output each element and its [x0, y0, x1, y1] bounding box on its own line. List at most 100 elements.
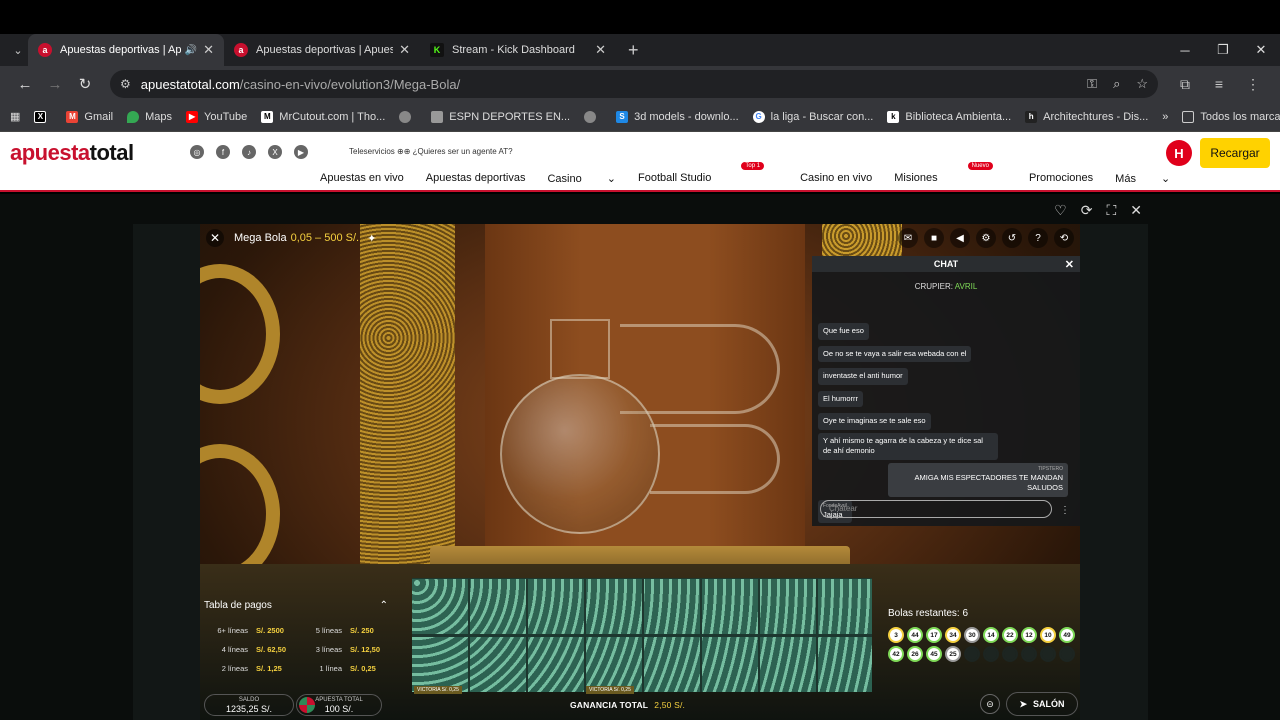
bookmark-biblioteca[interactable]: k Biblioteca Ambienta...	[887, 110, 1012, 123]
ball-track	[620, 324, 780, 414]
globe-icon	[399, 110, 412, 123]
tab-apuestas-1[interactable]: a Apuestas deportivas | Apue 🔊 ✕	[28, 34, 224, 66]
refresh-icon[interactable]: ⟳	[1081, 202, 1093, 219]
agent-link[interactable]: ¿Quieres ser un agente AT?	[413, 147, 513, 156]
chat-options-icon[interactable]: ⋮	[1060, 505, 1070, 516]
zoom-icon[interactable]: ⌕	[1113, 76, 1120, 92]
site-info-icon[interactable]: ⚙	[120, 77, 131, 91]
history-icon[interactable]: ↺	[1002, 228, 1022, 248]
menu-mas[interactable]: Más ⌄	[1115, 172, 1170, 185]
paytable-header[interactable]: Tabla de pagos ⌃	[204, 600, 394, 611]
tab-kick[interactable]: K Stream - Kick Dashboard ✕	[420, 34, 616, 66]
bingo-cards-grid[interactable]	[412, 578, 872, 692]
biblioteca-icon: k	[887, 110, 900, 123]
collapse-chevron-icon[interactable]: ⌃	[380, 600, 388, 611]
more-bookmarks-icon[interactable]: »	[1162, 111, 1168, 123]
gmail-icon: M	[66, 110, 79, 123]
forward-icon[interactable]: →	[40, 76, 70, 93]
teleservicios[interactable]: Teleservicios ⊕⊕ ¿Quieres ser un agente …	[349, 147, 513, 156]
pin-icon[interactable]: ✦	[367, 232, 376, 245]
settings-gear-icon[interactable]: ⚙	[976, 228, 996, 248]
chat-panel: CHAT ✕ CRUPIER: AVRIL Que fue eso Oe no …	[812, 256, 1080, 526]
empty-ball-slot	[1021, 646, 1037, 662]
chat-message: inventaste el anti humor	[818, 368, 908, 385]
bookmark-3dmodels[interactable]: S 3d models - downlo...	[616, 110, 739, 123]
menu-dots-icon[interactable]: ⋮	[1236, 76, 1270, 93]
menu-apuestas-deportivas[interactable]: Apuestas deportivas	[426, 172, 526, 185]
menu-casino-en-vivo[interactable]: Casino en vivo	[800, 172, 872, 185]
volume-icon[interactable]: ◀	[950, 228, 970, 248]
chat-icon[interactable]: ✉	[898, 228, 918, 248]
x-twitter-icon[interactable]: X	[268, 145, 282, 159]
reload-icon[interactable]: ↻	[70, 75, 100, 93]
bookmark-globe[interactable]	[399, 110, 417, 123]
bookmark-mrcutout[interactable]: M MrCutout.com | Tho...	[261, 110, 385, 123]
apuestatotal-logo[interactable]: apuestatotal	[10, 140, 134, 166]
apuestatotal-favicon-icon: a	[38, 43, 52, 57]
remaining-balls: Bolas restantes: 6 3 44 17 34 30 14 22 12 10 49 42…	[888, 608, 1078, 662]
instagram-icon[interactable]: ◎	[190, 145, 204, 159]
lobby-icon[interactable]: ⟲	[1054, 228, 1074, 248]
bookmark-architechtures[interactable]: h Architechtures - Dis...	[1025, 110, 1148, 123]
salon-label: SALÓN	[1033, 699, 1065, 709]
minimize-icon[interactable]: ─	[1166, 34, 1204, 66]
menu-football-studio[interactable]: Football Studio Top 1	[637, 162, 778, 185]
crupier-label: CRUPIER:	[914, 282, 953, 291]
close-game-icon[interactable]: ✕	[1130, 202, 1142, 219]
game-toolbar: ✉ ■ ◀ ⚙ ↺ ? ⟲	[898, 228, 1074, 248]
facebook-icon[interactable]: f	[216, 145, 230, 159]
bookmark-gmail[interactable]: M Gmail	[66, 110, 113, 123]
video-icon[interactable]: ■	[924, 228, 944, 248]
tab-apuestas-2[interactable]: a Apuestas deportivas | Apuestas ✕	[224, 34, 420, 66]
close-window-icon[interactable]: ✕	[1242, 34, 1280, 66]
speaker-icon[interactable]: 🔊	[185, 45, 197, 56]
close-chat-icon[interactable]: ✕	[1065, 258, 1074, 271]
help-icon[interactable]: ?	[1028, 228, 1048, 248]
menu-misiones[interactable]: Misiones Nuevo	[894, 162, 1007, 185]
extensions-icon[interactable]: ⧉	[1168, 76, 1202, 93]
close-tab-icon[interactable]: ✕	[595, 42, 606, 58]
ball: 42	[888, 646, 904, 662]
youtube-icon: ▶	[186, 110, 199, 123]
close-tab-icon[interactable]: ✕	[399, 42, 410, 58]
bookmark-youtube[interactable]: ▶ YouTube	[186, 110, 247, 123]
menu-label: Football Studio	[637, 172, 712, 184]
url-field[interactable]: ⚙ apuestatotal.com/casino-en-vivo/evolut…	[110, 70, 1158, 98]
url-host: apuestatotal.com	[140, 76, 240, 92]
bookmark-espn[interactable]: ESPN DEPORTES EN...	[431, 110, 570, 123]
favorite-heart-icon[interactable]: ♡	[1054, 202, 1067, 219]
ball: 3	[888, 627, 904, 643]
apps-grid-icon[interactable]: ▦	[10, 110, 20, 123]
bookmark-star-icon[interactable]: ☆	[1136, 76, 1148, 92]
new-tab-icon[interactable]: +	[628, 40, 639, 61]
bet-limits[interactable]: 0,05 – 500 S/.	[291, 232, 360, 244]
back-icon[interactable]: ←	[10, 76, 40, 93]
salon-button[interactable]: ➤ SALÓN	[1006, 692, 1078, 716]
password-key-icon[interactable]: ⚿	[1087, 76, 1097, 92]
restore-icon[interactable]: ❐	[1204, 34, 1242, 66]
fullscreen-icon[interactable]: ⛶	[1106, 202, 1116, 219]
empty-ball-slot	[964, 646, 980, 662]
bookmark-maps[interactable]: Maps	[127, 110, 172, 123]
tab-search-chevron-icon[interactable]: ⌄	[8, 40, 28, 60]
all-bookmarks[interactable]: Todos los marcadores	[1182, 110, 1280, 123]
bolas-title: Bolas restantes: 6	[888, 608, 969, 619]
bookmark-x[interactable]: X	[34, 110, 52, 123]
bookmark-globe-2[interactable]	[584, 110, 602, 123]
empty-ball-slot	[983, 646, 999, 662]
youtube-social-icon[interactable]: ▶	[294, 145, 308, 159]
chat-input[interactable]: Chatear	[820, 500, 1052, 518]
history-chat-icon[interactable]: ⊝	[980, 694, 1000, 714]
close-tab-icon[interactable]: ✕	[203, 42, 214, 58]
menu-apuestas-en-vivo[interactable]: Apuestas en vivo	[320, 172, 404, 185]
avatar[interactable]: H	[1166, 140, 1192, 166]
pay-lines: 6+ líneas	[217, 626, 248, 635]
tiktok-icon[interactable]: ♪	[242, 145, 256, 159]
bookmark-laliga[interactable]: Gla liga - Buscar con...	[752, 110, 873, 123]
media-icon[interactable]: ≡	[1202, 76, 1236, 92]
bookmark-label: Biblioteca Ambienta...	[905, 110, 1012, 123]
recargar-button[interactable]: Recargar	[1200, 138, 1270, 168]
menu-promociones[interactable]: Promociones	[1029, 172, 1093, 185]
close-icon[interactable]: ✕	[206, 229, 224, 247]
menu-casino[interactable]: Casino ⌄	[547, 172, 616, 185]
